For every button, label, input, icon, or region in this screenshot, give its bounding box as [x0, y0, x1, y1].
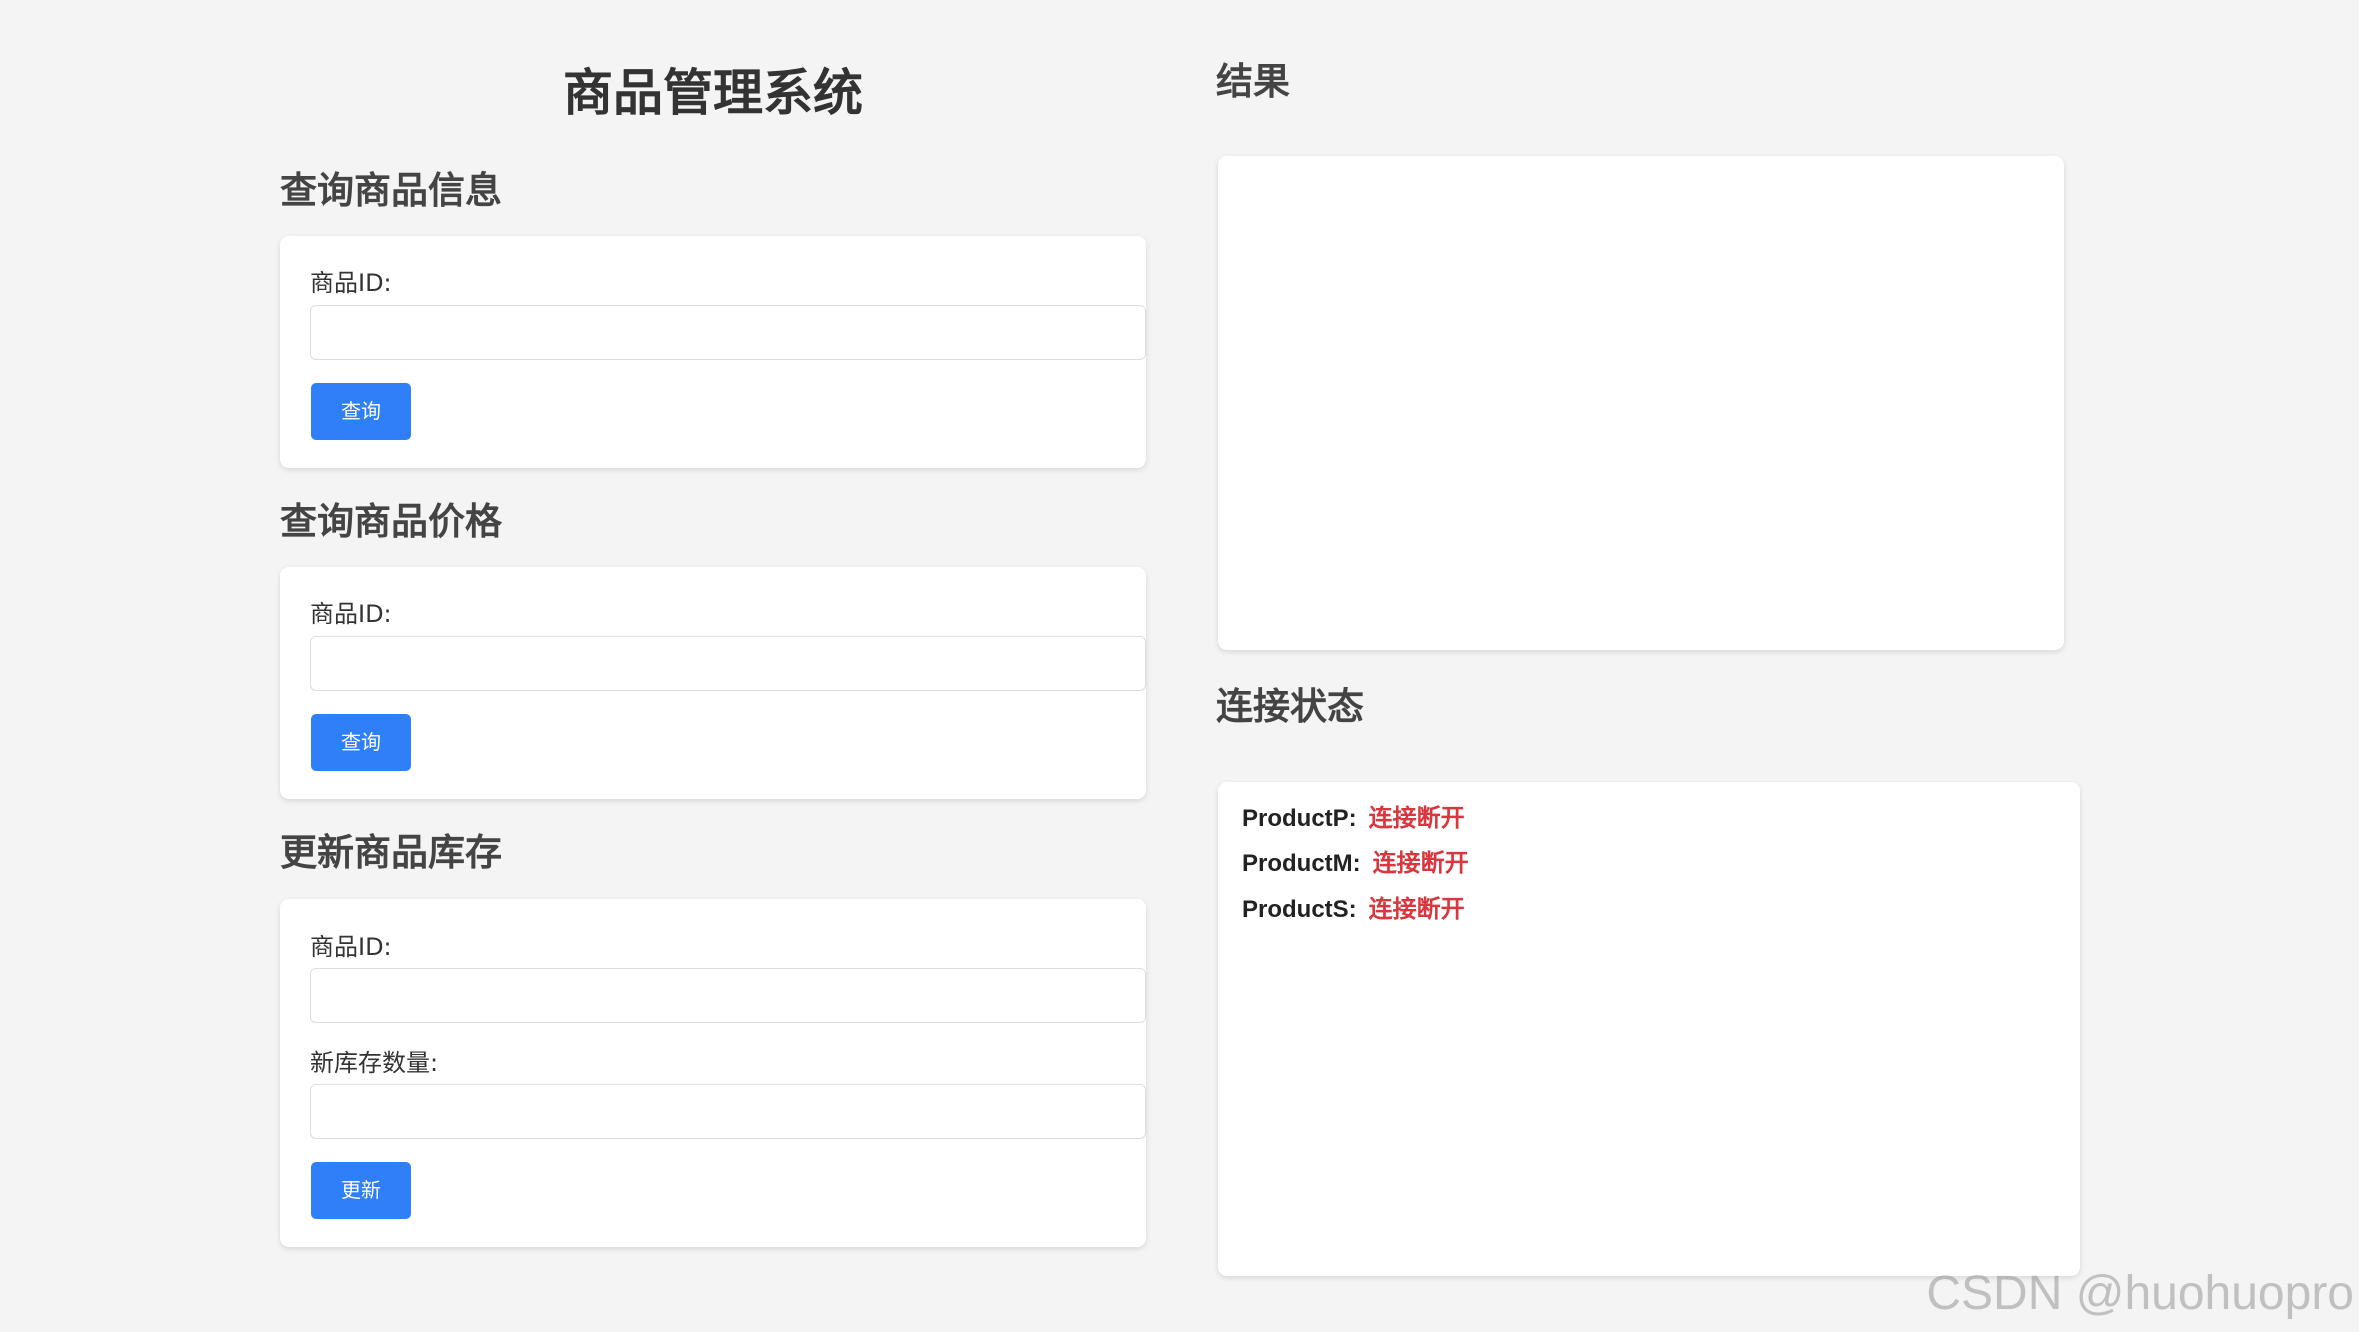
- update-stock-title: 更新商品库存: [280, 831, 502, 874]
- connection-status-badge: 连接断开: [1368, 804, 1465, 832]
- update-stock-id-label: 商品ID:: [310, 933, 392, 961]
- result-panel: [1218, 156, 2064, 650]
- query-info-id-input[interactable]: [310, 305, 1146, 360]
- connection-service-name: ProductP:: [1242, 805, 1357, 832]
- watermark: CSDN @huohuopro: [1926, 1267, 2354, 1320]
- query-price-id-input[interactable]: [310, 636, 1146, 691]
- query-info-title: 查询商品信息: [280, 169, 502, 212]
- update-stock-button[interactable]: 更新: [311, 1162, 411, 1219]
- connection-status-badge: 连接断开: [1372, 849, 1469, 877]
- connection-status-title: 连接状态: [1216, 685, 1364, 728]
- connection-service-name: ProductS:: [1242, 896, 1357, 923]
- connection-status-row: ProductS: 连接断开: [1242, 893, 1465, 926]
- update-stock-quantity-input[interactable]: [310, 1084, 1146, 1139]
- update-stock-quantity-label: 新库存数量:: [310, 1049, 439, 1077]
- connection-status-panel: ProductP: 连接断开 ProductM: 连接断开 ProductS: 连接断…: [1218, 782, 2080, 1276]
- query-info-id-label: 商品ID:: [310, 269, 392, 297]
- query-price-id-label: 商品ID:: [310, 600, 392, 628]
- result-content: [1218, 156, 2064, 196]
- query-price-title: 查询商品价格: [280, 500, 502, 543]
- update-stock-card: 商品ID: 新库存数量: 更新: [280, 899, 1146, 1247]
- update-stock-id-input[interactable]: [310, 968, 1146, 1023]
- query-info-button[interactable]: 查询: [311, 383, 411, 440]
- result-title: 结果: [1216, 60, 1290, 103]
- query-price-button[interactable]: 查询: [311, 714, 411, 771]
- connection-status-row: ProductP: 连接断开: [1242, 802, 1465, 835]
- query-info-card: 商品ID: 查询: [280, 236, 1146, 468]
- connection-status-row: ProductM: 连接断开: [1242, 847, 1469, 880]
- query-price-card: 商品ID: 查询: [280, 567, 1146, 799]
- connection-service-name: ProductM:: [1242, 850, 1361, 877]
- connection-status-badge: 连接断开: [1368, 895, 1465, 923]
- page-title: 商品管理系统: [563, 64, 863, 122]
